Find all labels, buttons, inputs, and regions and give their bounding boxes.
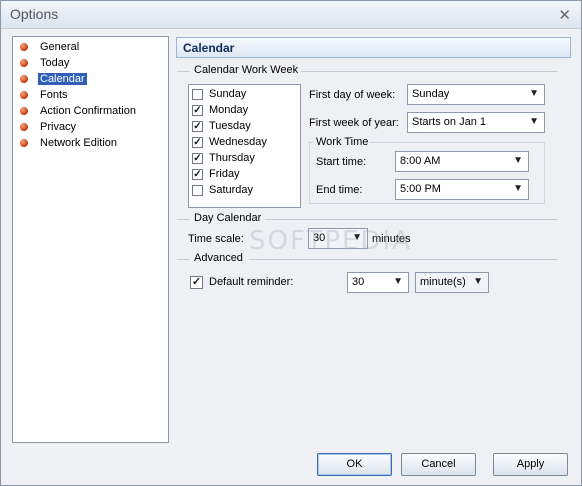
nav-item-label: General <box>40 41 80 53</box>
chevron-down-icon: ▼ <box>393 276 403 287</box>
window-title: Options <box>10 6 59 22</box>
nav-item-fonts[interactable]: Fonts <box>20 87 70 103</box>
nav-item-label: Today <box>40 57 70 69</box>
cancel-button[interactable]: Cancel <box>401 453 476 476</box>
nav-item-label: Privacy <box>40 121 77 133</box>
start-time-label: Start time: <box>316 156 367 168</box>
bullet-icon <box>20 91 28 99</box>
end-time-label: End time: <box>316 184 363 196</box>
chevron-down-icon: ▼ <box>529 88 539 99</box>
nav-item-label: Network Edition <box>40 137 118 149</box>
nav-item-label: Action Confirmation <box>40 105 136 117</box>
default-reminder-label: Default reminder: <box>209 276 294 288</box>
bullet-icon <box>20 59 28 67</box>
nav-item-calendar[interactable]: Calendar <box>20 71 87 87</box>
checkbox-checked[interactable]: ✓ <box>192 152 203 164</box>
group-title: Calendar Work Week <box>194 64 299 76</box>
group-title: Day Calendar <box>194 212 262 224</box>
start-time-select[interactable]: 8:00 AM ▼ <box>395 151 529 172</box>
checkbox-checked[interactable]: ✓ <box>192 120 203 132</box>
nav-item-action-confirmation[interactable]: Action Confirmation <box>20 103 138 119</box>
first-day-select[interactable]: Sunday ▼ <box>407 84 545 105</box>
checkbox-checked[interactable]: ✓ <box>190 275 203 289</box>
default-reminder-checkbox[interactable]: ✓ Default reminder: <box>190 274 293 290</box>
reminder-amount-select[interactable]: 30 ▼ <box>347 272 409 293</box>
bullet-icon <box>20 75 28 83</box>
day-label: Saturday <box>209 184 254 196</box>
work-time-title: Work Time <box>314 136 371 148</box>
work-days-list: Sunday ✓ Monday ✓ Tuesday ✓ Wednesday ✓ … <box>188 84 301 208</box>
day-label: Thursday <box>209 152 255 164</box>
checkbox[interactable] <box>192 184 203 196</box>
day-label: Friday <box>209 168 240 180</box>
nav-item-privacy[interactable]: Privacy <box>20 119 78 135</box>
chevron-down-icon: ▼ <box>513 183 523 194</box>
bullet-icon <box>20 43 28 51</box>
time-scale-label: Time scale: <box>188 233 244 245</box>
day-checkbox-saturday[interactable]: Saturday <box>192 182 253 198</box>
day-label: Wednesday <box>209 136 267 148</box>
day-checkbox-thursday[interactable]: ✓ Thursday <box>192 150 255 166</box>
group-calendar-work-week: Calendar Work Week <box>177 64 557 78</box>
day-label: Tuesday <box>209 120 251 132</box>
chevron-down-icon: ▼ <box>513 155 523 166</box>
options-window: Options ✕ General Today Calendar Fonts A… <box>0 0 582 486</box>
day-checkbox-sunday[interactable]: Sunday <box>192 86 246 102</box>
reminder-unit-select[interactable]: minute(s) ▼ <box>415 272 489 293</box>
group-day-calendar: Day Calendar <box>177 212 557 226</box>
first-day-label: First day of week: <box>309 89 396 101</box>
section-header: Calendar <box>176 37 571 58</box>
nav-item-label: Fonts <box>40 89 68 101</box>
section-title: Calendar <box>183 41 235 55</box>
bullet-icon <box>20 139 28 147</box>
end-time-value: 5:00 PM <box>400 183 441 195</box>
day-checkbox-wednesday[interactable]: ✓ Wednesday <box>192 134 267 150</box>
start-time-value: 8:00 AM <box>400 155 441 167</box>
day-checkbox-friday[interactable]: ✓ Friday <box>192 166 240 182</box>
bullet-icon <box>20 123 28 131</box>
checkbox-checked[interactable]: ✓ <box>192 136 203 148</box>
nav-item-network-edition[interactable]: Network Edition <box>20 135 119 151</box>
checkbox-checked[interactable]: ✓ <box>192 168 203 180</box>
day-checkbox-tuesday[interactable]: ✓ Tuesday <box>192 118 251 134</box>
ok-button[interactable]: OK <box>317 453 392 476</box>
checkbox-checked[interactable]: ✓ <box>192 104 203 116</box>
first-week-label: First week of year: <box>309 117 399 129</box>
first-day-value: Sunday <box>412 88 450 100</box>
checkbox[interactable] <box>192 88 203 100</box>
nav-item-label: Calendar <box>38 73 87 85</box>
end-time-select[interactable]: 5:00 PM ▼ <box>395 179 529 200</box>
reminder-amount-value: 30 <box>352 276 365 288</box>
nav-item-today[interactable]: Today <box>20 55 71 71</box>
group-advanced: Advanced <box>177 252 557 266</box>
first-week-value: Starts on Jan 1 <box>412 116 486 128</box>
close-icon[interactable]: ✕ <box>558 6 571 24</box>
group-title: Advanced <box>194 252 243 264</box>
chevron-down-icon: ▼ <box>529 116 539 127</box>
first-week-select[interactable]: Starts on Jan 1 ▼ <box>407 112 545 133</box>
chevron-down-icon: ▼ <box>473 276 483 287</box>
bullet-icon <box>20 107 28 115</box>
day-label: Sunday <box>209 88 247 100</box>
day-label: Monday <box>209 104 249 116</box>
nav-item-general[interactable]: General <box>20 39 81 55</box>
apply-button[interactable]: Apply <box>493 453 568 476</box>
options-category-list: General Today Calendar Fonts Action Conf… <box>12 36 169 443</box>
day-checkbox-monday[interactable]: ✓ Monday <box>192 102 248 118</box>
reminder-unit-value: minute(s) <box>420 276 466 288</box>
title-bar: Options ✕ <box>1 1 581 29</box>
